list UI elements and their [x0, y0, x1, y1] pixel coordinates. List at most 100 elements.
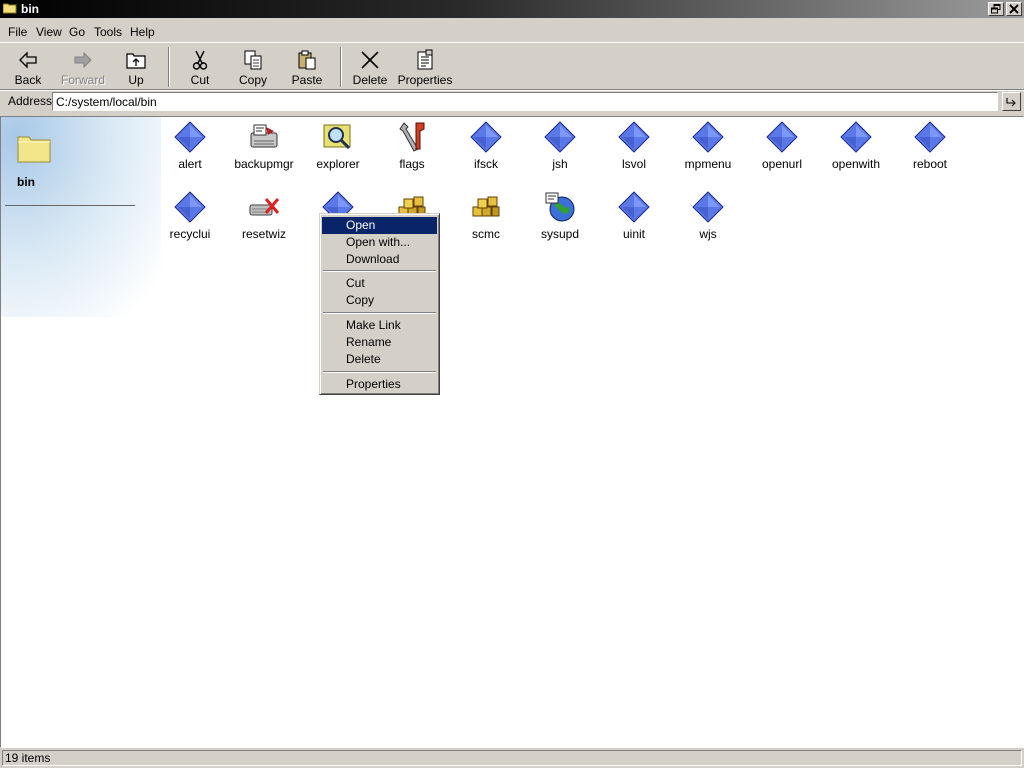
menu-go[interactable]: Go: [69, 25, 85, 39]
toolbar-separator: [168, 47, 170, 87]
diamond-icon: [692, 121, 724, 153]
file-label: mpmenu: [684, 157, 732, 171]
address-bar: Address: [0, 90, 1024, 112]
tools-icon: [396, 121, 428, 153]
status-text: 19 items: [2, 750, 1022, 766]
cut-label: Cut: [190, 73, 210, 87]
cubes-icon: [470, 191, 502, 223]
file-item[interactable]: ifsck: [450, 117, 522, 179]
context-copy[interactable]: Copy: [322, 292, 437, 309]
file-label: scmc: [472, 227, 500, 241]
file-label: alert: [178, 157, 202, 171]
address-input[interactable]: [52, 92, 998, 111]
file-label: openwith: [831, 157, 881, 171]
file-label: ifsck: [474, 157, 498, 171]
file-view[interactable]: bin alert backupmgr explorer flags ifsck jsh l…: [0, 116, 1024, 748]
file-item[interactable]: reboot: [894, 117, 966, 179]
context-download[interactable]: Download: [322, 251, 437, 268]
menu-help[interactable]: Help: [130, 25, 155, 39]
delete-button[interactable]: Delete: [348, 47, 392, 89]
file-item[interactable]: uinit: [598, 187, 670, 249]
diamond-icon: [618, 191, 650, 223]
file-label: openurl: [761, 157, 803, 171]
file-label: flags: [399, 157, 425, 171]
toolbar: Back Forward Up Cut Copy Paste Delete Pr…: [0, 42, 1024, 90]
reset-wizard-icon: [248, 191, 280, 223]
file-item[interactable]: jsh: [524, 117, 596, 179]
copy-button[interactable]: Copy: [230, 47, 276, 89]
go-button[interactable]: [1002, 92, 1021, 111]
context-separator: [323, 270, 436, 272]
forward-button[interactable]: Forward: [56, 47, 110, 89]
file-item[interactable]: resetwiz: [228, 187, 300, 249]
diamond-icon: [914, 121, 946, 153]
file-item[interactable]: mpmenu: [672, 117, 744, 179]
toolbar-separator: [340, 47, 342, 87]
context-rename[interactable]: Rename: [322, 334, 437, 351]
diamond-icon: [470, 121, 502, 153]
up-button[interactable]: Up: [114, 47, 158, 89]
file-item[interactable]: lsvol: [598, 117, 670, 179]
back-button[interactable]: Back: [4, 47, 52, 89]
context-open[interactable]: Open: [322, 217, 437, 234]
forward-label: Forward: [60, 73, 105, 87]
panel-divider: [5, 205, 135, 206]
status-bar: 19 items: [0, 748, 1024, 768]
delete-label: Delete: [352, 73, 388, 87]
file-item[interactable]: explorer: [302, 117, 374, 179]
file-item[interactable]: sysupd: [524, 187, 596, 249]
forward-arrow-icon: [74, 51, 92, 69]
file-label: recyclui: [169, 227, 211, 241]
close-icon: [1009, 4, 1019, 14]
file-item[interactable]: alert: [154, 117, 226, 179]
up-label: Up: [128, 73, 144, 87]
address-label: Address: [8, 94, 53, 108]
paste-button[interactable]: Paste: [284, 47, 330, 89]
file-label: backupmgr: [234, 157, 294, 171]
explorer-magnifier-icon: [322, 121, 354, 153]
file-item[interactable]: scmc: [450, 187, 522, 249]
file-item[interactable]: wjs: [672, 187, 744, 249]
menu-bar: File View Go Tools Help: [0, 22, 1024, 42]
context-delete[interactable]: Delete: [322, 351, 437, 368]
restore-button[interactable]: [988, 2, 1004, 16]
diamond-icon: [174, 121, 206, 153]
context-open-with[interactable]: Open with...: [322, 234, 437, 251]
context-make-link[interactable]: Make Link: [322, 317, 437, 334]
file-label: resetwiz: [241, 227, 286, 241]
globe-update-icon: [544, 191, 576, 223]
file-item[interactable]: recyclui: [154, 187, 226, 249]
scissors-icon: [192, 50, 208, 70]
context-properties[interactable]: Properties: [322, 376, 437, 393]
properties-icon: [417, 49, 433, 70]
file-label: jsh: [552, 157, 568, 171]
menu-file[interactable]: File: [8, 25, 27, 39]
file-item[interactable]: openwith: [820, 117, 892, 179]
diamond-icon: [544, 121, 576, 153]
folder-info-panel: bin: [1, 117, 161, 317]
close-button[interactable]: [1006, 2, 1022, 16]
diamond-icon: [840, 121, 872, 153]
back-label: Back: [14, 73, 42, 87]
context-separator: [323, 312, 436, 314]
menu-tools[interactable]: Tools: [94, 25, 122, 39]
copy-icon: [244, 50, 262, 70]
properties-button[interactable]: Properties: [396, 47, 454, 89]
cut-button[interactable]: Cut: [178, 47, 222, 89]
file-item[interactable]: backupmgr: [228, 117, 300, 179]
paste-clipboard-icon: [298, 50, 316, 70]
file-label: uinit: [622, 227, 645, 241]
window-title: bin: [21, 2, 39, 16]
file-label: lsvol: [621, 157, 646, 171]
menu-view[interactable]: View: [36, 25, 62, 39]
file-item[interactable]: openurl: [746, 117, 818, 179]
up-folder-icon: [126, 53, 146, 69]
panel-folder-title: bin: [17, 175, 35, 189]
file-item[interactable]: flags: [376, 117, 448, 179]
context-cut[interactable]: Cut: [322, 275, 437, 292]
title-bar[interactable]: bin: [0, 0, 1024, 18]
diamond-icon: [692, 191, 724, 223]
diamond-icon: [174, 191, 206, 223]
back-arrow-icon: [19, 51, 37, 69]
go-arrow-icon: [1006, 98, 1016, 107]
